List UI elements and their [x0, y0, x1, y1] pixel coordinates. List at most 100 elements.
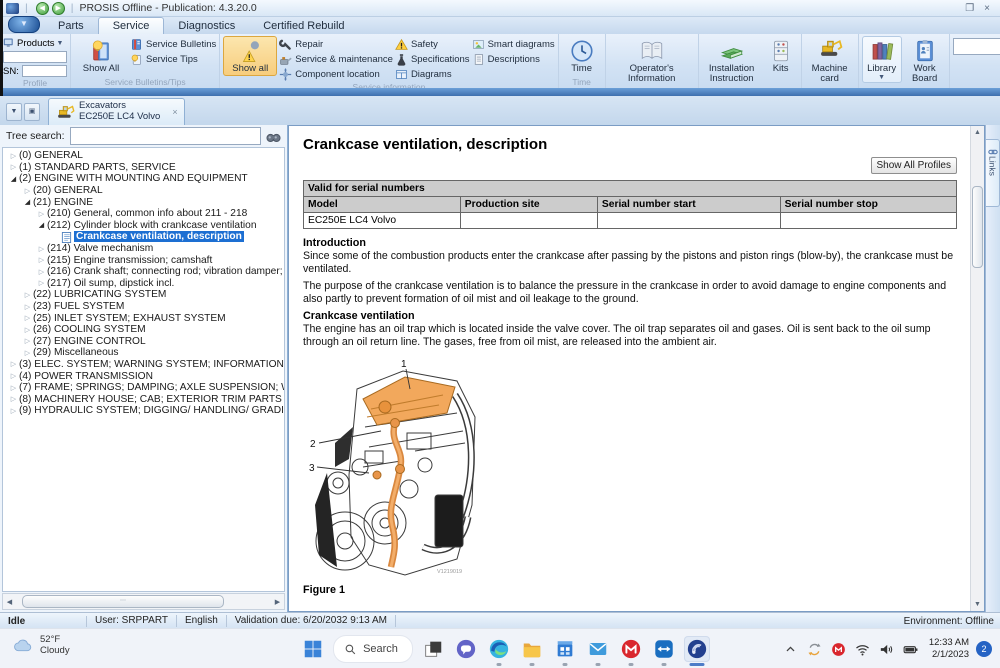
tree-item[interactable]: ▷ (217) Oil sump, dipstick incl.: [3, 278, 284, 290]
tab-close-icon[interactable]: ×: [172, 107, 177, 117]
restore-button[interactable]: ❐: [965, 3, 974, 14]
specifications-button[interactable]: Specifications: [395, 53, 470, 66]
products-button[interactable]: Products ▼: [3, 37, 67, 49]
tree-collapsed-icon[interactable]: ▷: [22, 314, 33, 322]
installation-instruction-button[interactable]: Installation Instruction: [702, 36, 762, 86]
scrollbar-thumb[interactable]: [972, 186, 983, 268]
tree-collapsed-icon[interactable]: ▷: [22, 349, 33, 357]
taskbar-store[interactable]: [552, 636, 578, 666]
service-tips-button[interactable]: Service Tips: [130, 53, 216, 66]
taskbar-task-view[interactable]: [420, 636, 446, 662]
product-input[interactable]: [3, 51, 67, 63]
scroll-right-icon[interactable]: ▶: [271, 598, 284, 606]
taskbar-mega[interactable]: [618, 636, 644, 666]
tree-item[interactable]: Crankcase ventilation, description: [3, 231, 284, 243]
tree-collapsed-icon[interactable]: ▷: [36, 256, 47, 264]
tree-item[interactable]: ▷ (25) INLET SYSTEM; EXHAUST SYSTEM: [3, 312, 284, 324]
tree-collapsed-icon[interactable]: ▷: [22, 303, 33, 311]
taskbar-mail[interactable]: [585, 636, 611, 666]
forward-button[interactable]: ▶: [51, 1, 65, 15]
tab-certified-rebuild[interactable]: Certified Rebuild: [249, 18, 358, 34]
time-button[interactable]: Time: [562, 36, 602, 76]
tree-item[interactable]: ▷ (9) HYDRAULIC SYSTEM; DIGGING/ HANDLING…: [3, 405, 284, 417]
tree-item[interactable]: ▷ (214) Valve mechanism: [3, 243, 284, 255]
library-button[interactable]: Library ▼: [861, 36, 902, 84]
taskbar-edge[interactable]: [486, 636, 512, 666]
operators-information-button[interactable]: Operator's Information: [609, 36, 695, 86]
work-board-button[interactable]: Work Board: [904, 36, 946, 86]
tree-collapsed-icon[interactable]: ▷: [8, 152, 19, 160]
tree-item[interactable]: ◢ (2) ENGINE WITH MOUNTING AND EQUIPMENT: [3, 173, 284, 185]
tree-item[interactable]: ▷ (29) Miscellaneous: [3, 347, 284, 359]
tree-item[interactable]: ▷ (26) COOLING SYSTEM: [3, 324, 284, 336]
sn-input[interactable]: [21, 65, 67, 77]
tree-collapsed-icon[interactable]: ▷: [8, 360, 19, 368]
tab-parts[interactable]: Parts: [44, 18, 98, 34]
tree-collapsed-icon[interactable]: ▷: [36, 245, 47, 253]
application-menu-button[interactable]: ▼: [8, 16, 40, 33]
back-button[interactable]: ◀: [35, 1, 49, 15]
tree-collapsed-icon[interactable]: ▷: [8, 407, 19, 415]
links-tab[interactable]: Links: [986, 139, 1000, 207]
tree-item[interactable]: ▷ (210) General, common info about 211 - …: [3, 208, 284, 220]
tree-item[interactable]: ▷ (27) ENGINE CONTROL: [3, 336, 284, 348]
content-vertical-scrollbar[interactable]: ▲ ▼: [970, 126, 984, 611]
tree-item[interactable]: ▷ (22) LUBRICATING SYSTEM: [3, 289, 284, 301]
machine-card-button[interactable]: Machine card: [805, 36, 855, 86]
scroll-left-icon[interactable]: ◀: [3, 598, 16, 606]
diagrams-button[interactable]: Diagrams: [395, 68, 470, 81]
clock-widget[interactable]: 12:33 AM 2/1/2023: [929, 637, 969, 661]
close-button[interactable]: ×: [984, 3, 990, 14]
tree-item[interactable]: ▷ (23) FUEL SYSTEM: [3, 301, 284, 313]
tree-item[interactable]: ▷ (7) FRAME; SPRINGS; DAMPING; AXLE SUSPE…: [3, 382, 284, 394]
tree-collapsed-icon[interactable]: ▷: [8, 372, 19, 380]
tree-item[interactable]: ▷ (20) GENERAL: [3, 185, 284, 197]
component-location-button[interactable]: Component location: [279, 68, 393, 81]
tree-collapsed-icon[interactable]: ▷: [36, 210, 47, 218]
tree-collapsed-icon[interactable]: ▷: [22, 326, 33, 334]
tree-item[interactable]: ◢ (212) Cylinder block with crankcase ven…: [3, 220, 284, 232]
kits-button[interactable]: Kits: [764, 36, 798, 76]
tree-item[interactable]: ▷ (216) Crank shaft; connecting rod; vibr…: [3, 266, 284, 278]
safety-button[interactable]: Safety: [395, 38, 470, 51]
tree-collapsed-icon[interactable]: ▷: [22, 187, 33, 195]
tree-item[interactable]: ▷ (8) MACHINERY HOUSE; CAB; EXTERIOR TRIM…: [3, 393, 284, 405]
taskbar-search-pill[interactable]: Search: [333, 635, 413, 663]
tree-collapsed-icon[interactable]: ▷: [8, 384, 19, 392]
show-all-bulletins-button[interactable]: Show All: [74, 36, 128, 76]
service-bulletins-button[interactable]: Service Bulletins: [130, 38, 216, 51]
tab-diagnostics[interactable]: Diagnostics: [164, 18, 249, 34]
chevron-up-icon[interactable]: [782, 641, 799, 658]
tree-expanded-icon[interactable]: ◢: [8, 175, 19, 183]
tree-collapsed-icon[interactable]: ▷: [22, 337, 33, 345]
tree-horizontal-scrollbar[interactable]: ◀ ⋯ ▶: [2, 593, 285, 610]
sync-arrows-icon[interactable]: [806, 641, 823, 658]
tree-collapsed-icon[interactable]: ▷: [36, 279, 47, 287]
taskbar-file-explorer[interactable]: [519, 636, 545, 666]
document-tab-excavators[interactable]: Excavators EC250E LC4 Volvo ×: [48, 98, 185, 125]
ribbon-search-input[interactable]: [952, 38, 1000, 55]
tree-collapsed-icon[interactable]: ▷: [8, 395, 19, 403]
show-all-profiles-button[interactable]: Show All Profiles: [870, 157, 957, 174]
tree-search-input[interactable]: [69, 127, 261, 145]
tree-item[interactable]: ▷ (0) GENERAL: [3, 150, 284, 162]
tree-expanded-icon[interactable]: ◢: [36, 221, 47, 229]
tree-collapsed-icon[interactable]: ▷: [36, 268, 47, 276]
taskbar-chat[interactable]: [453, 636, 479, 662]
scroll-up-icon[interactable]: ▲: [971, 126, 984, 139]
repair-button[interactable]: Repair: [279, 38, 393, 51]
service-maintenance-button[interactable]: Service & maintenance: [279, 53, 393, 66]
descriptions-button[interactable]: Descriptions: [472, 53, 555, 66]
taskbar-prosis[interactable]: [683, 636, 710, 666]
mega-small-icon[interactable]: [830, 641, 847, 658]
battery-icon[interactable]: [902, 641, 919, 658]
scrollbar-thumb[interactable]: ⋯: [22, 595, 224, 608]
tab-service[interactable]: Service: [97, 17, 165, 34]
smart-diagrams-button[interactable]: Smart diagrams: [472, 38, 555, 51]
tree-item[interactable]: ▷ (215) Engine transmission; camshaft: [3, 254, 284, 266]
taskbar-start[interactable]: [300, 636, 326, 662]
tree-item[interactable]: ▷ (3) ELEC. SYSTEM; WARNING SYSTEM; INFOR…: [3, 359, 284, 371]
notification-badge[interactable]: 2: [976, 641, 992, 657]
tree-item[interactable]: ▷ (1) STANDARD PARTS, SERVICE: [3, 162, 284, 174]
scroll-down-icon[interactable]: ▼: [971, 598, 984, 611]
